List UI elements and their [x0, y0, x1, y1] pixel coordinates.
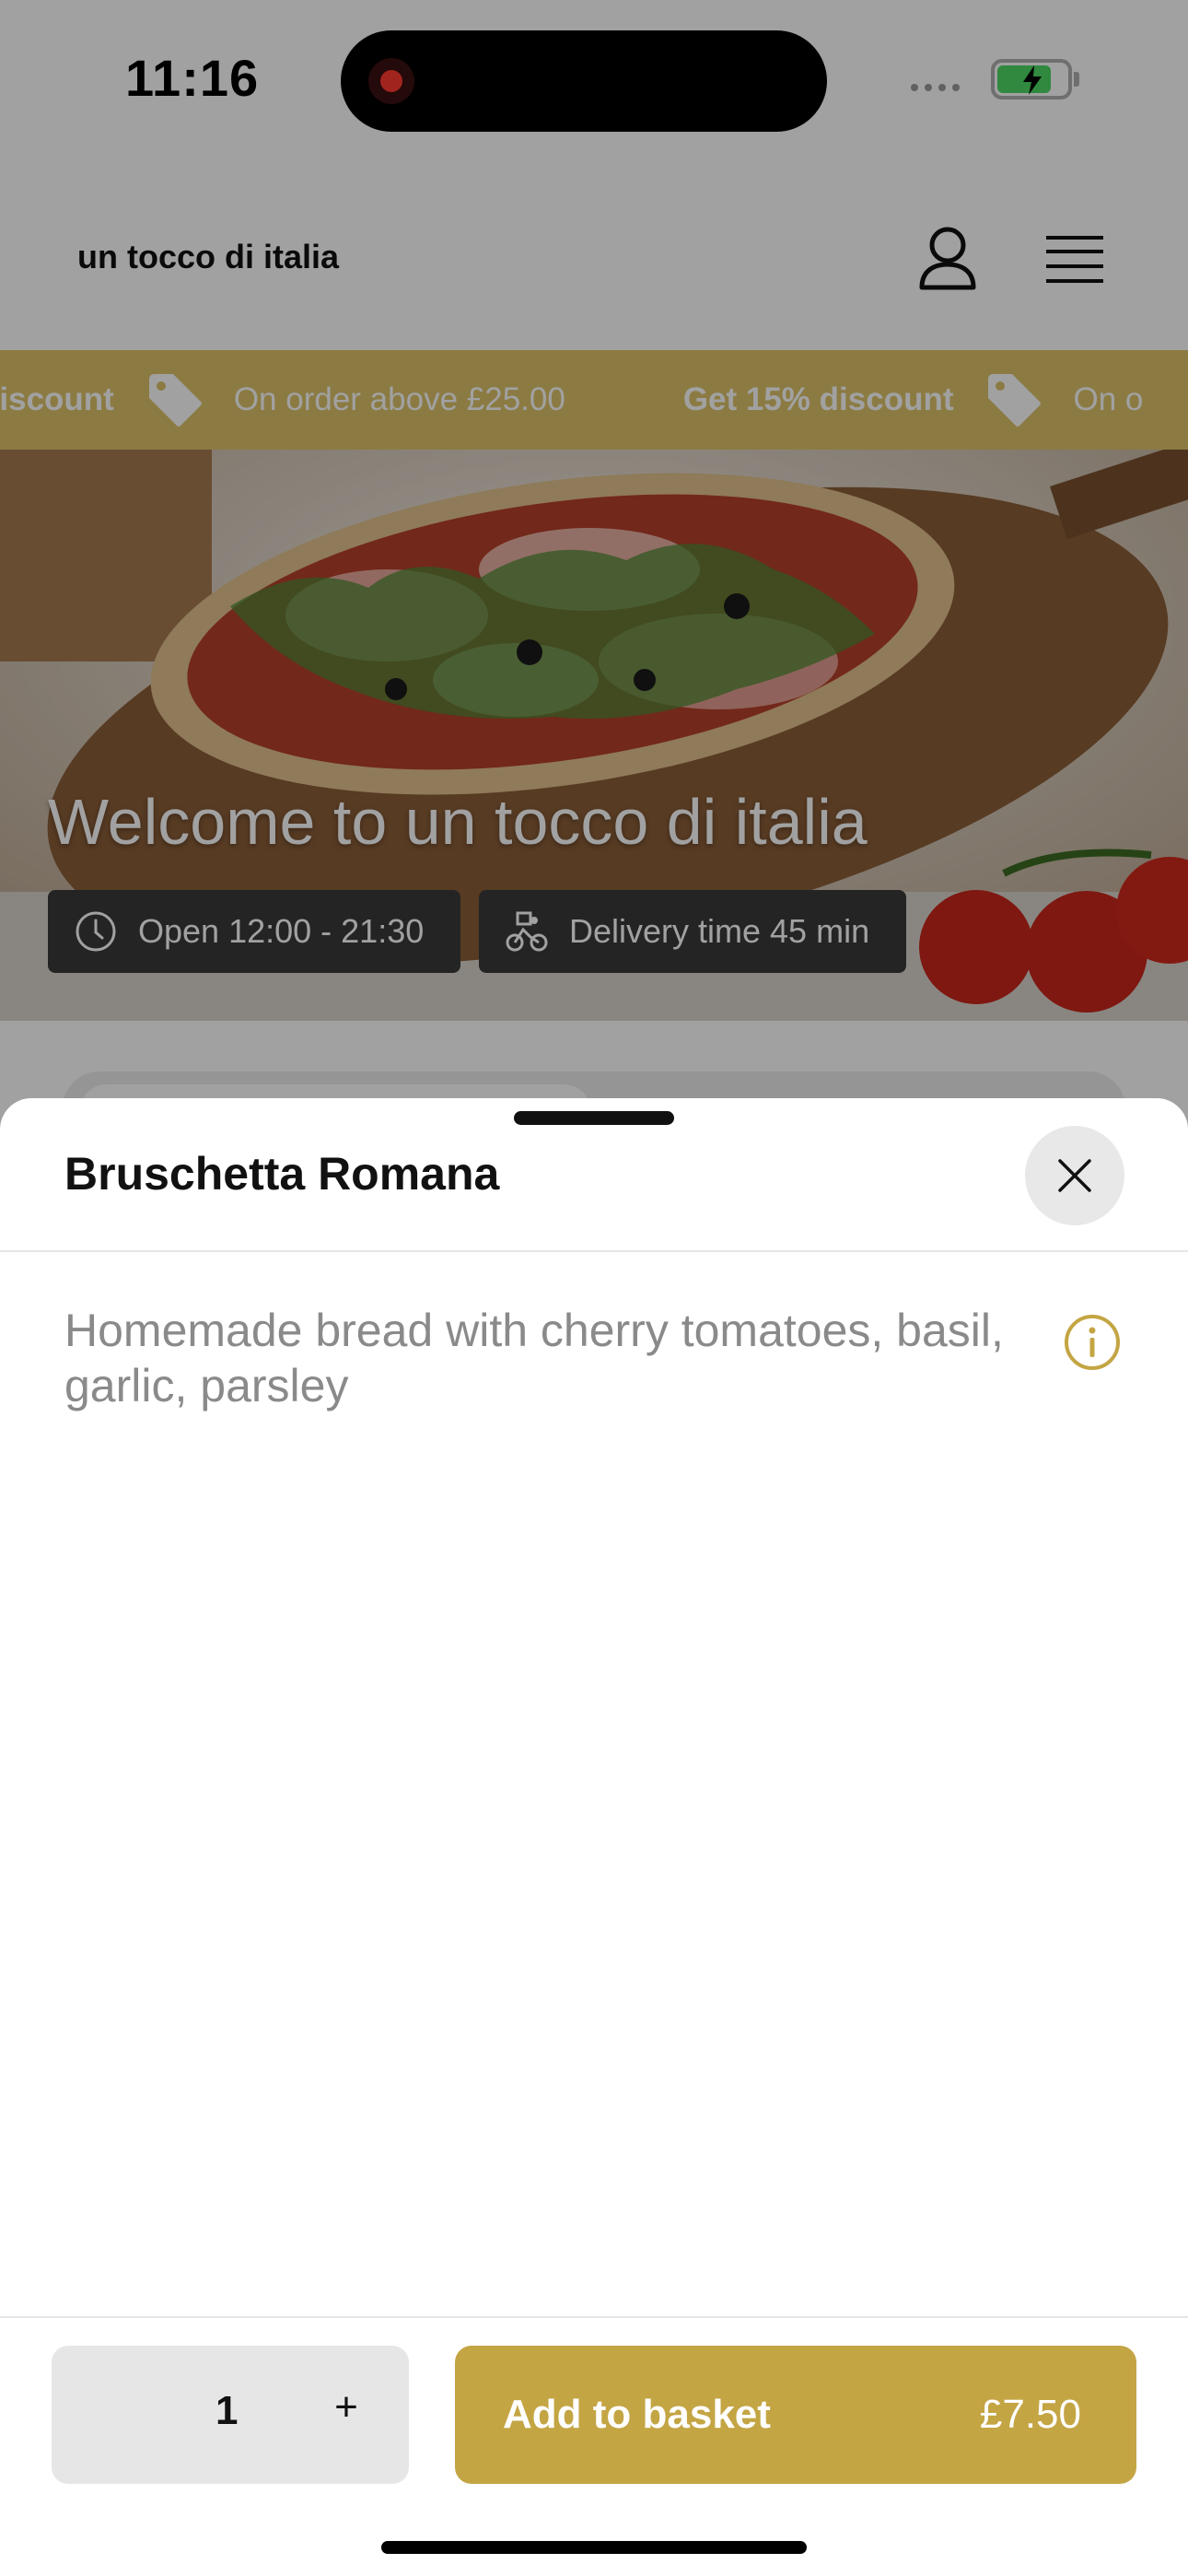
info-icon[interactable] [1063, 1313, 1122, 1372]
close-button[interactable] [1025, 1126, 1124, 1225]
product-title: Bruschetta Romana [64, 1148, 500, 1200]
price-label: £7.50 [979, 2392, 1081, 2437]
sheet-grabber[interactable] [514, 1111, 674, 1125]
product-description: Homemade bread with cherry tomatoes, bas… [64, 1305, 1004, 1411]
home-indicator[interactable] [381, 2541, 807, 2554]
quantity-value: 1 [215, 2388, 239, 2433]
increase-quantity-button[interactable]: + [326, 2384, 367, 2430]
add-to-basket-label: Add to basket [503, 2392, 771, 2437]
close-icon [1058, 1159, 1091, 1192]
divider [0, 2316, 1188, 2318]
divider [0, 1250, 1188, 1252]
